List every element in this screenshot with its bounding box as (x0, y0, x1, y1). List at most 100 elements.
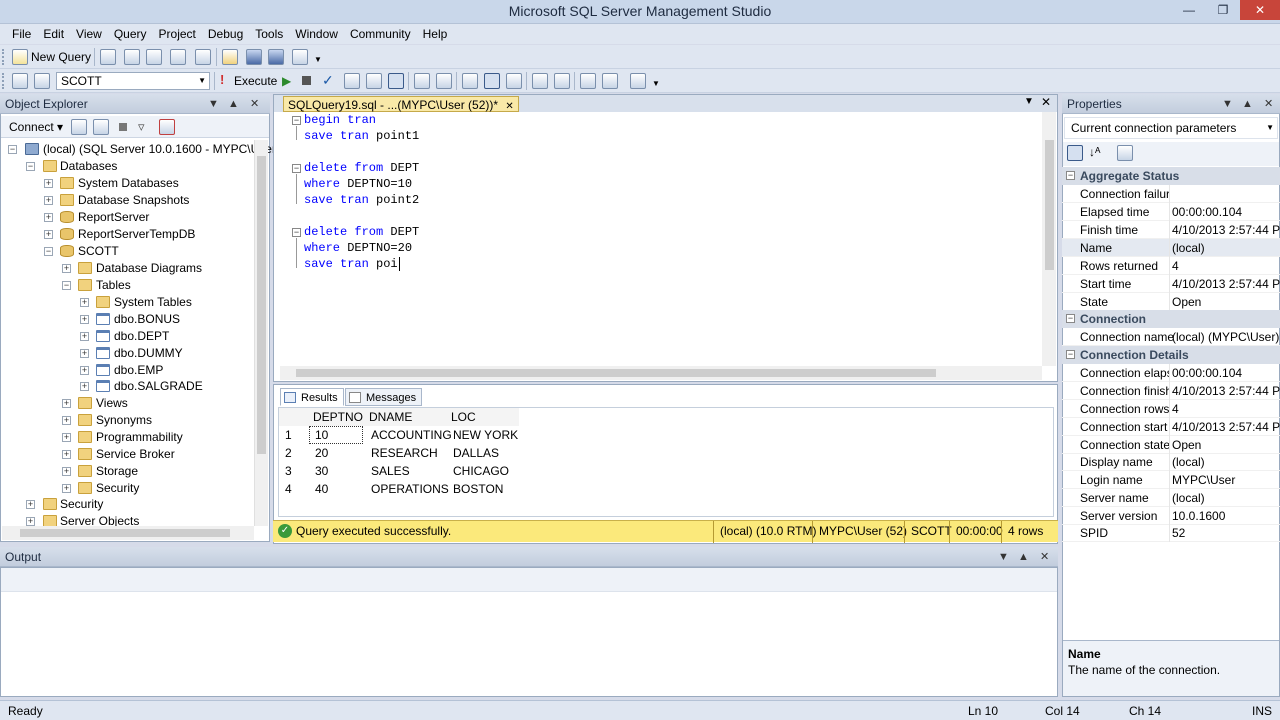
code-line[interactable]: save tran point2 (304, 192, 419, 208)
expand-icon[interactable]: + (26, 500, 35, 509)
dmx-query-icon[interactable] (170, 49, 186, 65)
code-line[interactable]: where DEPTNO=10 (304, 176, 412, 192)
grid-cell[interactable]: BOSTON (453, 480, 503, 498)
collapse-icon[interactable]: − (292, 116, 301, 125)
open-file-icon[interactable] (222, 49, 238, 65)
query-designer-icon[interactable] (366, 73, 382, 89)
toolbar-grip[interactable] (2, 49, 6, 65)
display-plan-icon[interactable] (344, 73, 360, 89)
grid-cell[interactable]: SALES (371, 462, 410, 480)
close-window-button[interactable]: ✕ (1240, 0, 1280, 20)
expand-icon[interactable]: + (80, 349, 89, 358)
tree-item-reportserver[interactable]: + ReportServer (44, 209, 244, 226)
refresh-icon[interactable] (159, 119, 175, 135)
dropdown-icon[interactable]: ▼ (998, 547, 1009, 567)
editor-hscrollbar[interactable] (280, 366, 1042, 380)
expand-icon[interactable]: + (62, 264, 71, 273)
object-explorer-vscrollbar[interactable] (254, 140, 268, 526)
tree-item-programmability[interactable]: + Programmability (62, 429, 252, 446)
menu-file[interactable]: File (6, 24, 37, 44)
expand-icon[interactable]: + (62, 416, 71, 425)
scrollbar-thumb[interactable] (20, 529, 230, 537)
expand-icon[interactable]: + (62, 467, 71, 476)
property-row[interactable]: Connection failur (1062, 185, 1280, 203)
tree-item-synonyms[interactable]: + Synonyms (62, 412, 252, 429)
collapse-icon[interactable]: − (1066, 350, 1075, 359)
analysis-query-icon[interactable] (124, 49, 140, 65)
property-row[interactable]: Finish time 4/10/2013 2:57:44 PM (1062, 221, 1280, 239)
property-row[interactable]: State Open (1062, 293, 1280, 311)
close-icon[interactable]: ✕ (1041, 95, 1051, 109)
tree-item-table[interactable]: + dbo.SALGRADE (80, 378, 250, 395)
save-all-icon[interactable] (268, 49, 284, 65)
dropdown-icon[interactable]: ▼ (208, 94, 219, 114)
results-to-text-icon[interactable] (388, 73, 404, 89)
new-query-button[interactable]: New Query (31, 50, 91, 64)
property-row[interactable]: Rows returned 4 (1062, 257, 1280, 275)
pin-icon[interactable]: ▲ (1242, 94, 1253, 114)
mdx-query-icon[interactable] (146, 49, 162, 65)
properties-object-select[interactable]: Current connection parameters ▼ (1064, 117, 1278, 139)
code-line[interactable]: delete from DEPT (304, 160, 419, 176)
grid-cell[interactable]: 10 (309, 426, 363, 444)
tree-item-table[interactable]: + dbo.BONUS (80, 311, 250, 328)
increase-indent-icon[interactable] (602, 73, 618, 89)
collapse-icon[interactable]: − (292, 228, 301, 237)
minimize-button[interactable]: — (1174, 0, 1204, 20)
expand-icon[interactable]: + (62, 450, 71, 459)
intellisense-icon[interactable] (436, 73, 452, 89)
connect-icon[interactable] (12, 73, 28, 89)
category-connection-details[interactable]: − Connection Details (1062, 346, 1280, 364)
tree-item-scott[interactable]: − SCOTT (44, 243, 244, 260)
tree-item-security[interactable]: + Security (26, 496, 226, 513)
editor-vscrollbar[interactable] (1042, 112, 1056, 366)
tree-item-views[interactable]: + Views (62, 395, 252, 412)
grid-cell[interactable]: DALLAS (453, 444, 499, 462)
property-row[interactable]: Elapsed time 00:00:00.104 (1062, 203, 1280, 221)
scrollbar-thumb[interactable] (1045, 140, 1054, 270)
tree-item-system-tables[interactable]: + System Tables (80, 294, 250, 311)
tree-item-security-db[interactable]: + Security (62, 480, 252, 497)
code-line[interactable]: save tran poi​ (304, 256, 400, 272)
tree-item-database-snapshots[interactable]: + Database Snapshots (44, 192, 244, 209)
code-line[interactable]: where DEPTNO=20 (304, 240, 412, 256)
results-to-grid-icon[interactable] (484, 73, 500, 89)
expand-icon[interactable]: + (44, 230, 53, 239)
alphabetical-icon[interactable]: ↓ᴬ (1089, 145, 1100, 159)
expand-icon[interactable]: + (44, 179, 53, 188)
expand-icon[interactable]: + (80, 332, 89, 341)
collapse-icon[interactable]: − (1066, 171, 1075, 180)
include-plan-icon[interactable] (462, 73, 478, 89)
collapse-icon[interactable]: − (292, 164, 301, 173)
code-line[interactable]: begin tran (304, 112, 376, 128)
property-pages-icon[interactable] (1117, 145, 1133, 161)
code-line[interactable]: delete from DEPT (304, 224, 419, 240)
expand-icon[interactable]: + (80, 382, 89, 391)
close-icon[interactable]: ✕ (1264, 94, 1273, 114)
expand-icon[interactable]: + (80, 366, 89, 375)
disconnect-icon[interactable] (71, 119, 87, 135)
collapse-icon[interactable]: − (8, 145, 17, 154)
database-engine-query-icon[interactable] (100, 49, 116, 65)
pin-icon[interactable]: ▲ (1018, 547, 1029, 567)
decrease-indent-icon[interactable] (580, 73, 596, 89)
debug-icon[interactable]: ▶ (282, 74, 291, 88)
tab-messages[interactable]: Messages (345, 388, 423, 406)
expand-icon[interactable]: + (62, 484, 71, 493)
expand-icon[interactable]: + (62, 399, 71, 408)
toolbar-overflow-icon[interactable]: ▼ (314, 55, 322, 64)
menu-query[interactable]: Query (108, 24, 153, 44)
dropdown-icon[interactable]: ▼ (1222, 94, 1233, 114)
collapse-icon[interactable]: − (44, 247, 53, 256)
menu-help[interactable]: Help (417, 24, 454, 44)
property-row[interactable]: Display name (local) (1062, 453, 1280, 471)
category-aggregate-status[interactable]: − Aggregate Status (1062, 167, 1280, 185)
property-row[interactable]: Connection rows 4 (1062, 400, 1280, 418)
grid-cell[interactable]: ACCOUNTING (371, 426, 452, 444)
tree-item-service-broker[interactable]: + Service Broker (62, 446, 252, 463)
tree-item-database-diagrams[interactable]: + Database Diagrams (62, 260, 252, 277)
expand-icon[interactable]: + (44, 196, 53, 205)
column-header-dname[interactable]: DNAME (369, 408, 412, 426)
scrollbar-thumb[interactable] (257, 156, 266, 454)
activity-monitor-icon[interactable] (292, 49, 308, 65)
